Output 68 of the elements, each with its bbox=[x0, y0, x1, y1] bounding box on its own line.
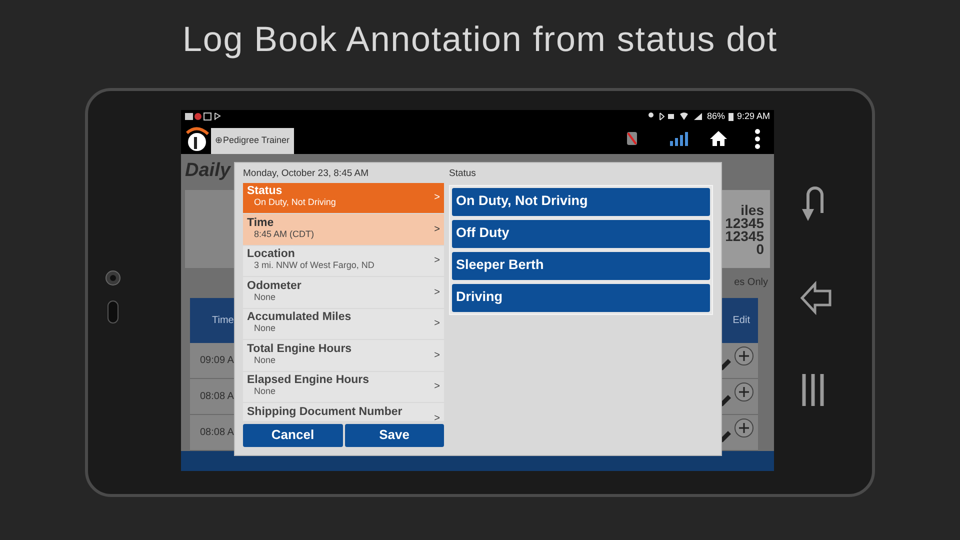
app-tab[interactable]: ⊕Pedigree Trainer bbox=[211, 128, 294, 154]
options-title: Status bbox=[449, 166, 477, 180]
table-cell-text: 09:09 A bbox=[200, 354, 234, 368]
field-row[interactable]: Time 8:45 AM (CDT) > bbox=[243, 214, 444, 244]
field-label: Status bbox=[247, 186, 284, 198]
field-row[interactable]: Location 3 mi. NNW of West Fargo, ND > bbox=[243, 246, 444, 276]
field-value: On Duty, Not Driving bbox=[253, 197, 336, 208]
summary-value: 12345 bbox=[725, 216, 764, 230]
status-option[interactable]: On Duty, Not Driving bbox=[452, 188, 710, 216]
chevron: > bbox=[434, 191, 440, 206]
battery-percent: 86% bbox=[706, 110, 725, 123]
home-icon[interactable] bbox=[710, 131, 727, 146]
field-value: None bbox=[253, 354, 277, 366]
clock: 9:29 AM bbox=[736, 110, 770, 123]
chevron: > bbox=[434, 380, 440, 394]
field-label: Time bbox=[247, 218, 275, 229]
field-label: Elapsed Engine Hours bbox=[247, 375, 370, 386]
add-icon[interactable] bbox=[734, 418, 754, 438]
summary-value: 12345 bbox=[725, 230, 764, 242]
status-option[interactable]: Driving bbox=[452, 284, 710, 312]
more-icon[interactable] bbox=[755, 128, 760, 148]
table-cell-text: 08:08 A bbox=[200, 426, 234, 440]
field-row[interactable]: Accumulated Miles None > bbox=[243, 308, 444, 339]
menu-icon[interactable] bbox=[800, 372, 826, 406]
phone-off-icon[interactable] bbox=[626, 131, 638, 146]
column-header: Edit bbox=[732, 314, 750, 328]
status-option[interactable]: Sleeper Berth bbox=[452, 252, 710, 280]
chevron: > bbox=[434, 348, 440, 363]
field-value: 3 mi. NNW of West Fargo, ND bbox=[253, 260, 374, 272]
add-icon[interactable] bbox=[734, 382, 754, 402]
field-value: None bbox=[253, 292, 277, 303]
field-label: Location bbox=[247, 249, 296, 260]
field-label: Total Engine Hours bbox=[247, 344, 352, 355]
page-heading: Daily bbox=[185, 159, 230, 184]
field-value: None bbox=[253, 386, 277, 398]
table-cell-text: 08:08 A bbox=[200, 390, 234, 404]
summary-label: iles bbox=[740, 204, 764, 216]
chevron: > bbox=[434, 254, 440, 268]
field-row[interactable]: Elapsed Engine Hours None > bbox=[243, 372, 444, 402]
notification-icons bbox=[185, 112, 221, 122]
speaker-icon bbox=[105, 300, 121, 324]
field-label: Odometer bbox=[247, 280, 302, 292]
summary-value: 0 bbox=[756, 242, 764, 256]
slide-title: Log Book Annotation from status dot bbox=[182, 18, 778, 61]
field-label: Accumulated Miles bbox=[247, 312, 352, 324]
field-value: None bbox=[253, 323, 277, 334]
field-label: Shipping Document Number bbox=[247, 406, 402, 418]
chevron: > bbox=[434, 412, 440, 420]
battery-icon bbox=[728, 112, 734, 122]
camera-icon bbox=[105, 270, 121, 286]
save-button[interactable]: Save bbox=[344, 424, 444, 446]
field-row[interactable]: Shipping Document Number > bbox=[243, 403, 444, 420]
column-header: Time bbox=[212, 314, 234, 328]
chevron: > bbox=[434, 317, 440, 332]
field-row[interactable]: Total Engine Hours None > bbox=[243, 340, 444, 370]
field-row[interactable]: Odometer None > bbox=[243, 277, 444, 308]
logo-icon bbox=[185, 124, 209, 152]
signal-icon[interactable] bbox=[670, 132, 690, 146]
field-value: 8:45 AM (CDT) bbox=[253, 228, 314, 240]
add-icon[interactable] bbox=[734, 346, 754, 366]
back-icon[interactable] bbox=[800, 280, 832, 314]
connectivity-icons bbox=[648, 112, 704, 122]
cancel-button[interactable]: Cancel bbox=[243, 424, 342, 446]
chevron: > bbox=[434, 286, 440, 300]
status-option[interactable]: Off Duty bbox=[452, 220, 710, 248]
filter-label: es Only bbox=[734, 276, 768, 290]
chevron: > bbox=[434, 222, 440, 237]
dialog-date: Monday, October 23, 8:45 AM bbox=[243, 166, 370, 180]
